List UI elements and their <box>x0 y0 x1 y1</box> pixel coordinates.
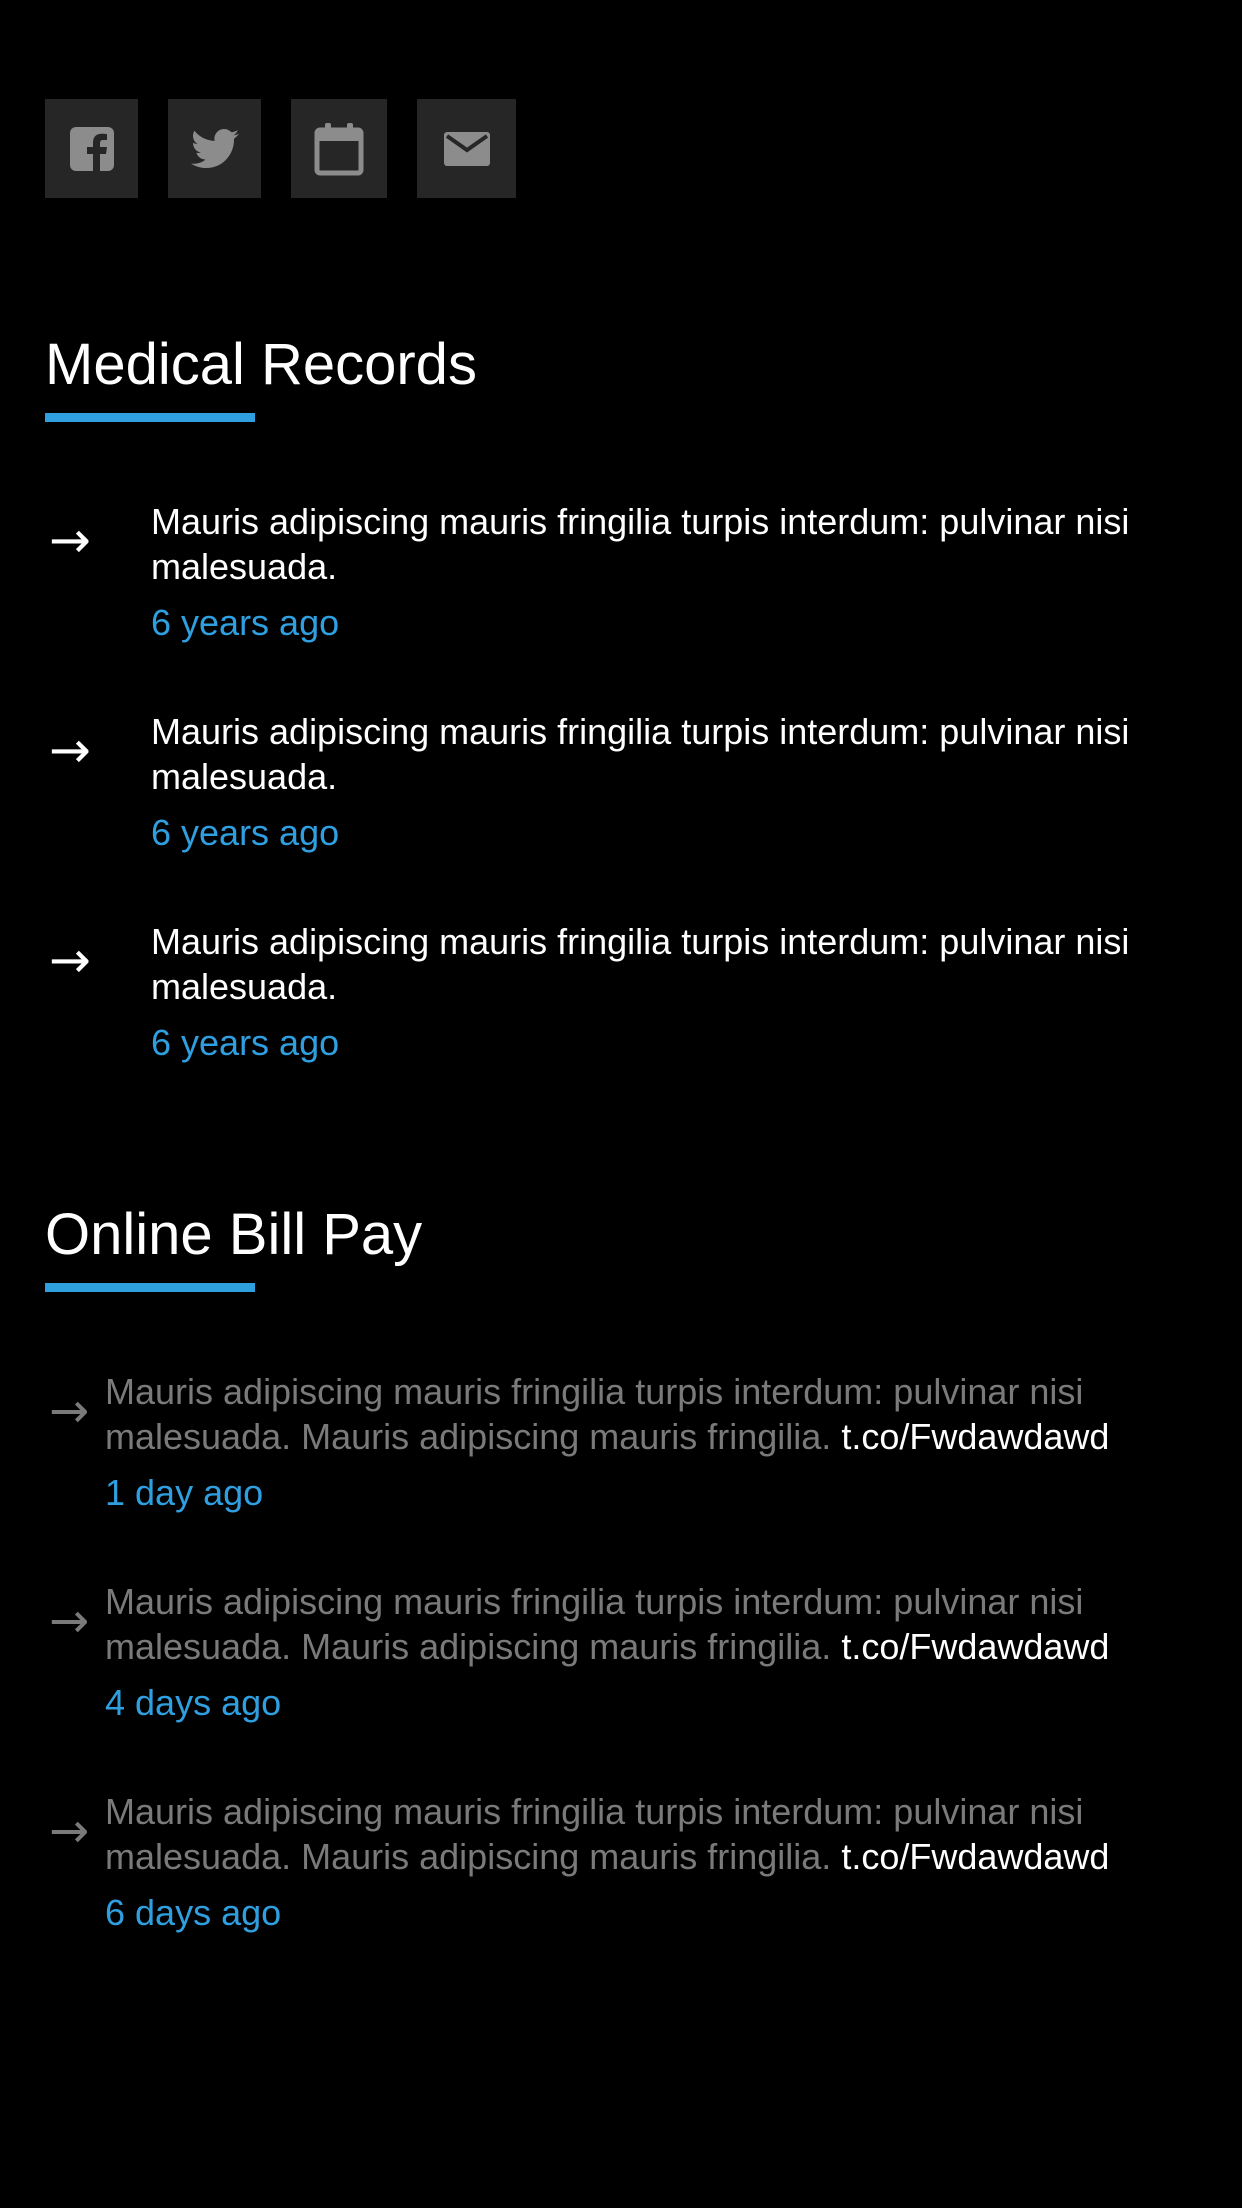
medical-records-title-underline <box>45 413 255 422</box>
arrow-right-icon: → <box>49 721 91 779</box>
medical-record-text: Mauris adipiscing mauris fringilia turpi… <box>151 921 1130 1007</box>
bill-pay-text: Mauris adipiscing mauris fringilia turpi… <box>105 1789 1225 1879</box>
facebook-share-button[interactable] <box>45 99 138 198</box>
medical-record-time: 6 years ago <box>151 602 340 643</box>
page: Medical Records → Mauris adipiscing maur… <box>0 0 1242 2208</box>
bill-pay-link[interactable]: t.co/Fwdawdawd <box>841 1836 1109 1877</box>
bill-pay-time: 4 days ago <box>105 1682 282 1723</box>
mail-icon <box>443 131 490 166</box>
bill-pay-time: 6 days ago <box>105 1892 282 1933</box>
arrow-right-icon: → <box>49 1593 90 1649</box>
email-share-button[interactable] <box>417 99 516 198</box>
bill-pay-text: Mauris adipiscing mauris fringilia turpi… <box>105 1579 1225 1669</box>
bill-pay-time: 1 day ago <box>105 1472 264 1513</box>
online-bill-pay-title: Online Bill Pay <box>45 1202 423 1267</box>
bill-pay-link[interactable]: t.co/Fwdawdawd <box>841 1416 1109 1457</box>
facebook-icon <box>69 126 114 171</box>
medical-record-time: 6 years ago <box>151 1022 340 1063</box>
twitter-icon <box>190 128 239 168</box>
calendar-button[interactable] <box>291 99 387 198</box>
twitter-share-button[interactable] <box>168 99 261 198</box>
calendar-icon <box>314 122 364 175</box>
bill-pay-text: Mauris adipiscing mauris fringilia turpi… <box>105 1369 1225 1459</box>
medical-records-title: Medical Records <box>45 332 477 397</box>
bill-pay-link[interactable]: t.co/Fwdawdawd <box>841 1626 1109 1667</box>
arrow-right-icon: → <box>49 511 91 569</box>
medical-record-time: 6 years ago <box>151 812 340 853</box>
arrow-right-icon: → <box>49 1803 90 1859</box>
medical-record-text: Mauris adipiscing mauris fringilia turpi… <box>151 501 1130 587</box>
medical-record-text: Mauris adipiscing mauris fringilia turpi… <box>151 711 1130 797</box>
arrow-right-icon: → <box>49 931 91 989</box>
arrow-right-icon: → <box>49 1383 90 1439</box>
online-bill-pay-title-underline <box>45 1283 255 1292</box>
